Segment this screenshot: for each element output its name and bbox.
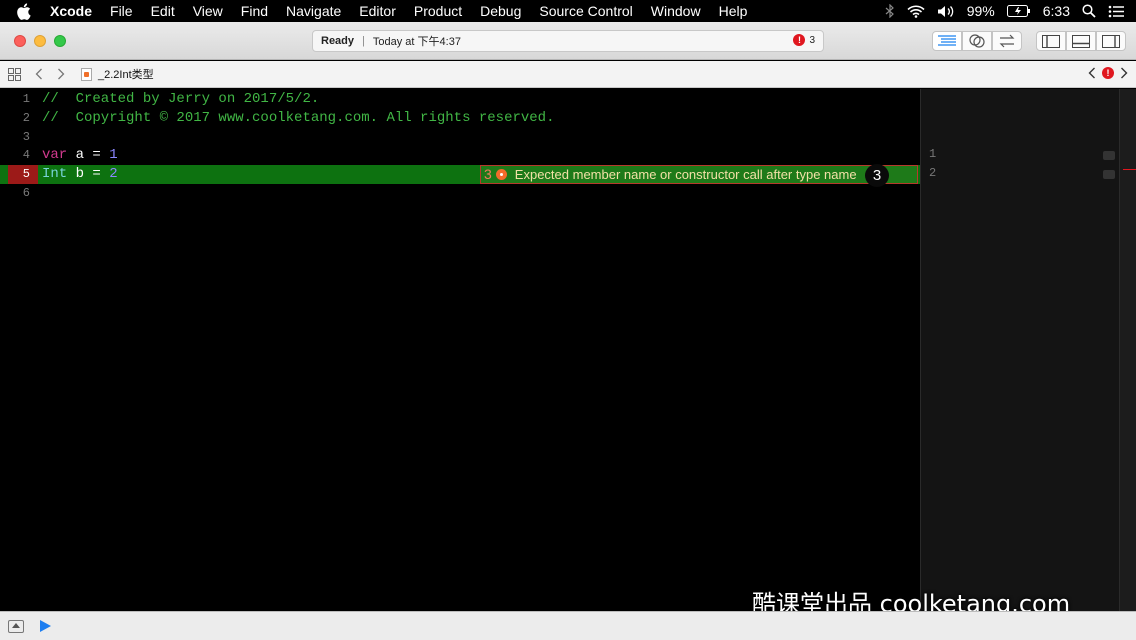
assistant-editor-icon (969, 34, 985, 48)
code-keyword: var (42, 147, 68, 163)
menu-edit[interactable]: Edit (151, 3, 175, 19)
run-playground-icon[interactable] (40, 620, 51, 632)
right-panel-icon (1102, 34, 1120, 48)
macos-menu-bar: Xcode File Edit View Find Navigate Edito… (0, 0, 1136, 22)
error-icon: ! (793, 34, 806, 46)
minimize-window-button[interactable] (34, 35, 46, 47)
code-type: Int (42, 166, 68, 182)
menu-view[interactable]: View (193, 3, 223, 19)
version-editor-icon (999, 34, 1015, 48)
related-items-grid-icon[interactable] (8, 67, 21, 81)
code-line[interactable]: 2 // Copyright © 2017 www.coolketang.com… (0, 109, 920, 128)
close-window-button[interactable] (14, 35, 26, 47)
issue-navigation: ! (1088, 67, 1128, 79)
code-number: 1 (109, 147, 118, 163)
bluetooth-icon[interactable] (885, 4, 895, 18)
error-message: Expected member name or constructor call… (514, 167, 857, 182)
menu-file[interactable]: File (110, 3, 133, 19)
line-number: 3 (22, 130, 30, 144)
menu-bar-status-area: 99% 6:33 (885, 0, 1136, 22)
zoom-window-button[interactable] (54, 35, 66, 47)
jump-bar: _2.2Int类型 ! (0, 61, 1136, 88)
code-line[interactable]: 3 (0, 128, 920, 147)
code-identifier: b = (67, 166, 110, 182)
menu-product[interactable]: Product (414, 3, 462, 19)
result-line-number: 1 (929, 147, 937, 161)
source-editor[interactable]: 1 // Created by Jerry on 2017/5/2. 2 // … (0, 89, 920, 611)
menu-app-xcode[interactable]: Xcode (50, 3, 92, 19)
issue-error-icon[interactable]: ! (1102, 67, 1114, 79)
debug-bar (0, 611, 1136, 640)
spotlight-search-icon[interactable] (1082, 4, 1096, 18)
version-editor-button[interactable] (992, 31, 1022, 51)
apple-logo-icon[interactable] (16, 2, 36, 20)
code-line[interactable]: 4 var a = 1 (0, 146, 920, 165)
breadcrumb-file-name[interactable]: _2.2Int类型 (98, 66, 154, 82)
standard-editor-icon (938, 35, 956, 46)
code-number: 2 (109, 166, 118, 182)
code-line-error[interactable]: 5 Int b = 2 3 Expected member name or co… (0, 164, 920, 187)
error-marker-icon[interactable] (495, 169, 507, 180)
line-number: 6 (22, 186, 30, 200)
menu-help[interactable]: Help (719, 3, 748, 19)
battery-charging-icon[interactable] (1006, 5, 1031, 17)
swift-file-icon (81, 67, 92, 81)
back-chevron-icon[interactable] (35, 68, 43, 80)
code-line[interactable]: 6 (0, 184, 920, 203)
bottom-panel-icon (1072, 34, 1090, 48)
code-statement: var a = 1 (42, 146, 118, 165)
build-timestamp: Today at 下午4:37 (372, 36, 461, 48)
line-number: 1 (22, 92, 30, 106)
window-toolbar: Ready | Today at 下午4:37 ! 3 (0, 22, 1136, 60)
line-number: 5 (22, 167, 30, 181)
code-line[interactable]: 1 // Created by Jerry on 2017/5/2. (0, 90, 920, 109)
menu-find[interactable]: Find (241, 3, 268, 19)
line-number: 2 (22, 111, 30, 125)
left-panel-icon (1042, 34, 1060, 48)
show-debug-area-icon[interactable] (8, 619, 24, 633)
toggle-debug-area-button[interactable] (1066, 31, 1096, 51)
previous-issue-icon[interactable] (1088, 67, 1096, 79)
notification-center-icon[interactable] (1108, 5, 1124, 18)
inline-error-annotation[interactable]: 3 Expected member name or constructor ca… (480, 164, 918, 187)
issue-count: 3 (484, 166, 492, 182)
code-identifier: a = (67, 147, 110, 163)
menu-debug[interactable]: Debug (480, 3, 521, 19)
toggle-utilities-button[interactable] (1096, 31, 1126, 51)
wifi-icon[interactable] (907, 5, 925, 18)
status-separator: | (362, 35, 365, 47)
scrollbar-error-mark (1123, 169, 1136, 170)
result-line-number: 2 (929, 166, 937, 180)
assistant-editor-button[interactable] (962, 31, 992, 51)
result-marker[interactable] (1103, 151, 1115, 160)
results-sidebar: 1 2 (920, 89, 1136, 611)
build-status: Ready (321, 35, 355, 47)
code-comment: // Copyright © 2017 www.coolketang.com. … (42, 110, 555, 126)
activity-viewer[interactable]: Ready | Today at 下午4:37 ! 3 (312, 30, 824, 52)
battery-percent: 99% (966, 3, 995, 19)
next-issue-icon[interactable] (1120, 67, 1128, 79)
menu-window[interactable]: Window (651, 3, 701, 19)
vertical-scrollbar[interactable] (1119, 89, 1136, 611)
standard-editor-button[interactable] (932, 31, 962, 51)
volume-icon[interactable] (937, 5, 955, 18)
result-marker[interactable] (1103, 170, 1115, 179)
forward-chevron-icon[interactable] (57, 68, 65, 80)
error-count-indicator[interactable]: ! 3 (793, 34, 815, 46)
menu-editor[interactable]: Editor (359, 3, 396, 19)
line-number: 4 (22, 148, 30, 162)
clock[interactable]: 6:33 (1043, 3, 1070, 19)
code-comment: // Created by Jerry on 2017/5/2. (42, 91, 320, 107)
code-statement: Int b = 2 (42, 165, 118, 184)
error-count: 3 (809, 34, 815, 46)
toggle-navigator-button[interactable] (1036, 31, 1066, 51)
menu-navigate[interactable]: Navigate (286, 3, 341, 19)
menu-source-control[interactable]: Source Control (539, 3, 632, 19)
